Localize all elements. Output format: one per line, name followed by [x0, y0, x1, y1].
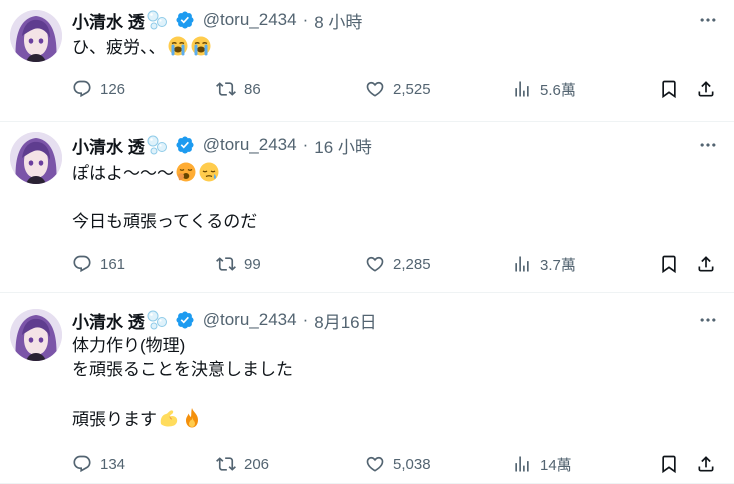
retweet-button[interactable]: 86	[216, 77, 261, 101]
share-button[interactable]	[696, 77, 716, 101]
share-icon	[696, 254, 716, 274]
bookmark-button[interactable]	[659, 252, 679, 276]
loudly-crying-face-icon	[190, 35, 212, 64]
avatar-image	[10, 10, 62, 62]
bookmark-button[interactable]	[659, 77, 679, 101]
separator: ·	[302, 10, 309, 29]
reply-button[interactable]: 126	[72, 77, 125, 101]
sleepy-face-icon	[198, 161, 220, 190]
tweet-text-line: ひ、疲労、、	[72, 35, 212, 64]
separator: ·	[302, 310, 309, 329]
retweet-count: 99	[244, 255, 261, 273]
action-bar: 126 86 2,525 5.6萬	[72, 77, 718, 101]
fire-icon	[181, 407, 203, 436]
avatar[interactable]	[10, 132, 62, 184]
handle[interactable]: @toru_2434	[203, 10, 297, 30]
retweet-icon	[216, 79, 236, 99]
tweet-text-line: 今日も頑張ってくるのだ	[72, 212, 258, 231]
tweet-text-line: ぽはよ〜〜〜	[72, 161, 220, 190]
reply-button[interactable]: 161	[72, 252, 125, 276]
verified-badge-icon[interactable]	[175, 135, 195, 155]
tweet-text-line: 体力作り(物理)	[72, 336, 186, 355]
tweet-text-line: を頑張ることを決意しました	[72, 360, 293, 379]
tweet[interactable]: 小清水 透 @toru_2434 · 8 小時 ひ、疲労、、 126 86 2,…	[0, 0, 734, 122]
bubbles-icon	[147, 134, 169, 156]
reply-button[interactable]: 134	[72, 452, 125, 476]
views-button[interactable]: 14萬	[512, 452, 572, 476]
heart-icon	[365, 79, 385, 99]
like-button[interactable]: 5,038	[365, 452, 431, 476]
flexed-biceps-icon	[158, 407, 180, 436]
display-name[interactable]: 小清水 透	[72, 8, 145, 33]
reply-icon	[72, 454, 92, 474]
like-button[interactable]: 2,285	[365, 252, 431, 276]
heart-icon	[365, 254, 385, 274]
views-button[interactable]: 3.7萬	[512, 252, 576, 276]
heart-icon	[365, 454, 385, 474]
retweet-icon	[216, 254, 236, 274]
retweet-button[interactable]: 206	[216, 452, 269, 476]
timestamp[interactable]: 8月16日	[314, 308, 376, 333]
bookmark-icon	[659, 254, 679, 274]
reply-icon	[72, 79, 92, 99]
view-count: 14萬	[540, 456, 572, 474]
share-button[interactable]	[696, 452, 716, 476]
reply-count: 161	[100, 255, 126, 273]
tweet[interactable]: 小清水 透 @toru_2434 · 16 小時 ぽはよ〜〜〜 今日も頑張ってく…	[0, 122, 734, 293]
share-button[interactable]	[696, 252, 716, 276]
display-name[interactable]: 小清水 透	[72, 133, 145, 158]
tweet-text-line: 頑張ります	[72, 407, 203, 436]
reply-count: 134	[100, 455, 126, 473]
retweet-count: 86	[244, 80, 261, 98]
bookmark-icon	[659, 79, 679, 99]
handle[interactable]: @toru_2434	[203, 310, 297, 330]
views-icon	[512, 79, 532, 99]
avatar[interactable]	[10, 10, 62, 62]
views-icon	[512, 454, 532, 474]
bubbles-icon	[147, 9, 169, 31]
avatar-image	[10, 309, 62, 361]
like-count: 2,285	[393, 255, 431, 273]
verified-badge-icon[interactable]	[175, 310, 195, 330]
views-icon	[512, 254, 532, 274]
reply-icon	[72, 254, 92, 274]
retweet-icon	[216, 454, 236, 474]
view-count: 5.6萬	[540, 81, 576, 99]
avatar[interactable]	[10, 309, 62, 361]
timestamp[interactable]: 8 小時	[314, 8, 362, 33]
share-icon	[696, 454, 716, 474]
reply-count: 126	[100, 80, 126, 98]
separator: ·	[302, 135, 309, 154]
avatar-image	[10, 132, 62, 184]
verified-badge-icon[interactable]	[175, 10, 195, 30]
action-bar: 161 99 2,285 3.7萬	[72, 252, 718, 276]
display-name[interactable]: 小清水 透	[72, 308, 145, 333]
loudly-crying-face-icon	[167, 35, 189, 64]
like-button[interactable]: 2,525	[365, 77, 431, 101]
retweet-count: 206	[244, 455, 270, 473]
yawning-face-icon	[175, 161, 197, 190]
retweet-button[interactable]: 99	[216, 252, 261, 276]
view-count: 3.7萬	[540, 256, 576, 274]
handle[interactable]: @toru_2434	[203, 135, 297, 155]
like-count: 2,525	[393, 80, 431, 98]
more-options-icon[interactable]	[698, 310, 718, 330]
views-button[interactable]: 5.6萬	[512, 77, 576, 101]
bubbles-icon	[147, 309, 169, 331]
tweet[interactable]: 小清水 透 @toru_2434 · 8月16日 体力作り(物理) を頑張ること…	[0, 293, 734, 484]
share-icon	[696, 79, 716, 99]
bookmark-icon	[659, 454, 679, 474]
bookmark-button[interactable]	[659, 452, 679, 476]
more-options-icon[interactable]	[698, 135, 718, 155]
like-count: 5,038	[393, 455, 431, 473]
timestamp[interactable]: 16 小時	[314, 133, 372, 158]
more-options-icon[interactable]	[698, 10, 718, 30]
action-bar: 134 206 5,038 14萬	[72, 452, 718, 476]
